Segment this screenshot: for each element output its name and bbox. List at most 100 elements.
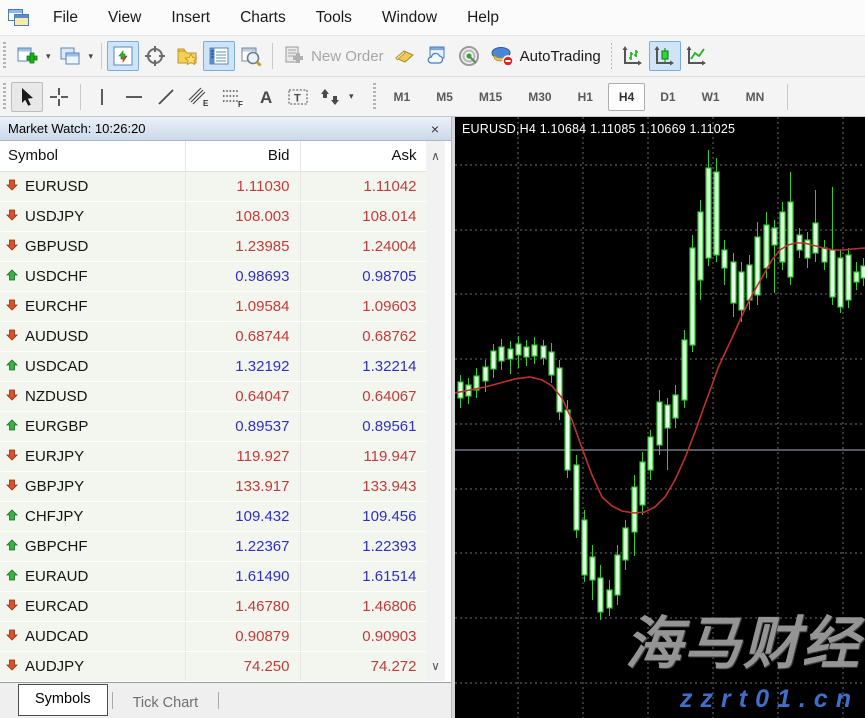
market-watch-row-gbpjpy[interactable]: GBPJPY133.917133.943	[0, 471, 427, 501]
virtual-hosting-button[interactable]	[421, 41, 453, 71]
equidistant-channel-tool-button[interactable]: E	[182, 82, 216, 112]
new-order-label: New Order	[311, 48, 384, 65]
ask-value: 109.456	[300, 501, 427, 531]
trend-up-icon	[6, 358, 18, 375]
market-watch-row-eurjpy[interactable]: EURJPY119.927119.947	[0, 441, 427, 471]
market-watch-row-eurgbp[interactable]: EURGBP0.895370.89561	[0, 411, 427, 441]
cursor-icon	[16, 86, 38, 108]
chevron-down-icon[interactable]: ▾	[346, 91, 357, 102]
ask-value: 1.46806	[300, 591, 427, 621]
toolbar-grip[interactable]	[1, 42, 8, 70]
horizontal-line-icon	[123, 86, 145, 108]
timeframe-m5-button[interactable]: M5	[425, 83, 464, 111]
timeframe-m1-button[interactable]: M1	[383, 83, 422, 111]
tab-symbols[interactable]: Symbols	[18, 684, 108, 716]
close-icon[interactable]: ×	[427, 121, 443, 137]
scroll-down-icon[interactable]: ∨	[426, 655, 445, 677]
market-watch-row-usdchf[interactable]: USDCHF0.986930.98705	[0, 261, 427, 291]
data-window-button[interactable]	[139, 41, 171, 71]
signals-button[interactable]	[453, 41, 485, 71]
timeframe-d1-button[interactable]: D1	[649, 83, 686, 111]
chart-ohlc-readout: EURUSD,H4 1.10684 1.11085 1.10669 1.1102…	[462, 122, 735, 136]
profiles-button[interactable]	[54, 41, 86, 71]
market-watch-row-usdjpy[interactable]: USDJPY108.003108.014	[0, 201, 427, 231]
svg-text:F: F	[238, 100, 243, 108]
text-tool-button[interactable]: A	[250, 82, 282, 112]
cursor-tool-button[interactable]	[11, 82, 43, 112]
market-watch-row-audjpy[interactable]: AUDJPY74.25074.272	[0, 651, 427, 681]
market-watch-row-chfjpy[interactable]: CHFJPY109.432109.456	[0, 501, 427, 531]
mql5-button[interactable]	[389, 41, 421, 71]
bid-value: 1.23985	[185, 231, 300, 261]
vertical-line-tool-button[interactable]	[86, 82, 118, 112]
ask-value: 1.09603	[300, 291, 427, 321]
chevron-down-icon[interactable]: ▾	[43, 51, 54, 62]
menu-tools[interactable]: Tools	[301, 2, 367, 34]
trend-down-icon	[6, 238, 18, 255]
market-watch-tabs: Symbols Tick Chart	[0, 682, 451, 718]
scrollbar[interactable]: ∧ ∨	[426, 141, 445, 681]
bid-value: 0.98693	[185, 261, 300, 291]
symbol-label: AUDJPY	[25, 658, 84, 675]
market-watch-panel: Market Watch: 10:26:20 × Symbol Bid Ask …	[0, 117, 452, 718]
arrow-symbols-tool-button[interactable]	[314, 82, 346, 112]
candlestick-button[interactable]	[649, 41, 681, 71]
crosshair-tool-button[interactable]	[43, 82, 75, 112]
menu-view[interactable]: View	[93, 2, 156, 34]
trendline-tool-button[interactable]	[150, 82, 182, 112]
chevron-down-icon[interactable]: ▾	[86, 51, 97, 62]
bar-chart-button[interactable]	[617, 41, 649, 71]
trend-up-icon	[6, 418, 18, 435]
timeframe-mn-button[interactable]: MN	[735, 83, 776, 111]
autotrading-button[interactable]: AutoTrading	[485, 41, 606, 71]
timeframe-h1-button[interactable]: H1	[567, 83, 604, 111]
trend-down-icon	[6, 598, 18, 615]
fibonacci-tool-button[interactable]: F	[216, 82, 250, 112]
new-chart-button[interactable]	[11, 41, 43, 71]
timeframe-m30-button[interactable]: M30	[517, 83, 562, 111]
market-watch-row-audcad[interactable]: AUDCAD0.908790.90903	[0, 621, 427, 651]
timeframe-w1-button[interactable]: W1	[691, 83, 731, 111]
toolbar-grip[interactable]	[1, 83, 8, 111]
toolbar-grip[interactable]	[371, 83, 378, 111]
symbol-label: GBPJPY	[25, 478, 84, 495]
market-watch-row-usdcad[interactable]: USDCAD1.321921.32214	[0, 351, 427, 381]
market-watch-row-gbpchf[interactable]: GBPCHF1.223671.22393	[0, 531, 427, 561]
tab-tick-chart[interactable]: Tick Chart	[117, 689, 215, 718]
menu-window[interactable]: Window	[367, 2, 452, 34]
text-label-tool-button[interactable]: T	[282, 82, 314, 112]
market-watch-row-eurchf[interactable]: EURCHF1.095841.09603	[0, 291, 427, 321]
market-watch-icon	[112, 45, 134, 67]
navigator-button[interactable]	[171, 41, 203, 71]
terminal-button[interactable]	[203, 41, 235, 71]
trend-down-icon	[6, 178, 18, 195]
column-header-symbol[interactable]: Symbol	[0, 141, 185, 171]
menu-charts[interactable]: Charts	[225, 2, 301, 34]
scroll-up-icon[interactable]: ∧	[426, 145, 445, 167]
menu-insert[interactable]: Insert	[156, 2, 225, 34]
bid-value: 119.927	[185, 441, 300, 471]
market-watch-row-gbpusd[interactable]: GBPUSD1.239851.24004	[0, 231, 427, 261]
market-watch-row-euraud[interactable]: EURAUD1.614901.61514	[0, 561, 427, 591]
strategy-tester-button[interactable]	[235, 41, 267, 71]
timeframe-m15-button[interactable]: M15	[468, 83, 513, 111]
trend-down-icon	[6, 298, 18, 315]
column-header-bid[interactable]: Bid	[185, 141, 300, 171]
menu-file[interactable]: File	[38, 2, 93, 34]
symbol-label: EURCHF	[25, 298, 88, 315]
trend-up-icon	[6, 538, 18, 555]
ask-value: 133.943	[300, 471, 427, 501]
price-chart[interactable]: EURUSD,H4 1.10684 1.11085 1.10669 1.1102…	[455, 117, 865, 718]
bid-value: 1.11030	[185, 171, 300, 201]
market-watch-row-audusd[interactable]: AUDUSD0.687440.68762	[0, 321, 427, 351]
symbol-label: USDCAD	[25, 358, 88, 375]
line-chart-button[interactable]	[681, 41, 713, 71]
column-header-ask[interactable]: Ask	[300, 141, 427, 171]
market-watch-button[interactable]	[107, 41, 139, 71]
menu-help[interactable]: Help	[452, 2, 514, 34]
horizontal-line-tool-button[interactable]	[118, 82, 150, 112]
market-watch-row-nzdusd[interactable]: NZDUSD0.640470.64067	[0, 381, 427, 411]
market-watch-row-eurcad[interactable]: EURCAD1.467801.46806	[0, 591, 427, 621]
timeframe-h4-button[interactable]: H4	[608, 83, 645, 111]
market-watch-row-eurusd[interactable]: EURUSD1.110301.11042	[0, 171, 427, 201]
